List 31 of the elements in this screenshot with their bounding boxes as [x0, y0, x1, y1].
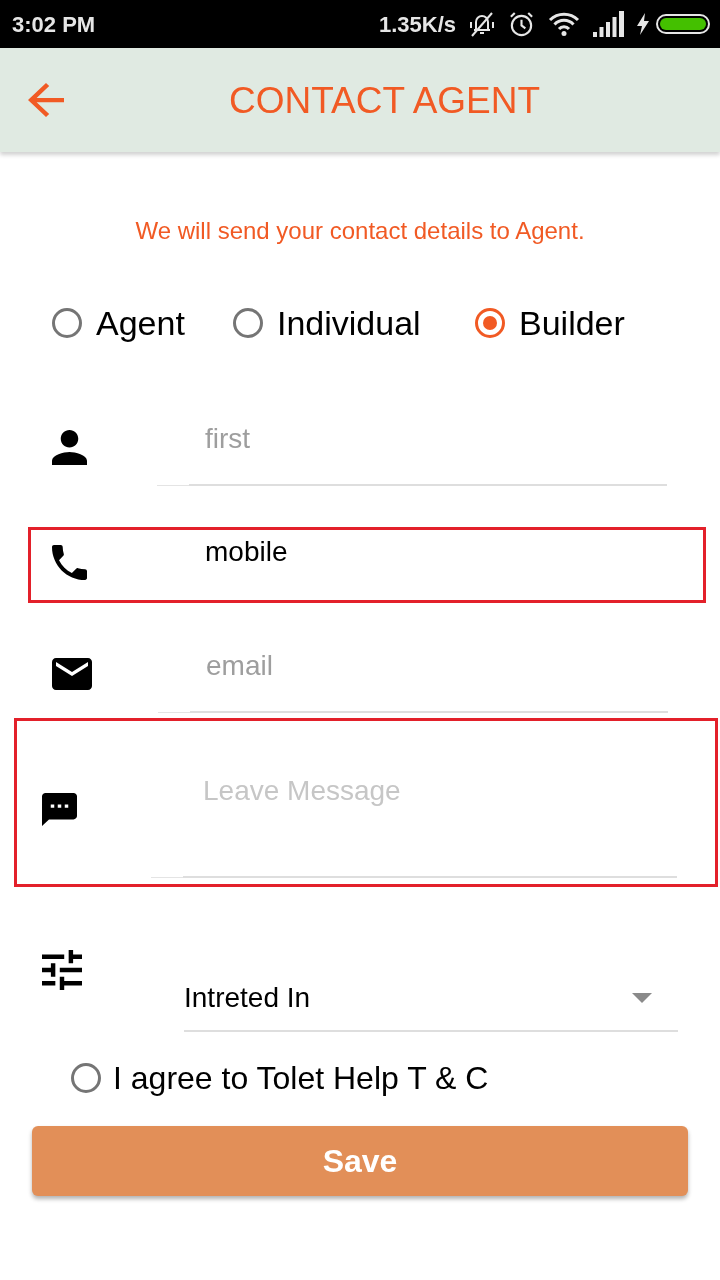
message-field[interactable]: Leave Message	[183, 760, 677, 878]
contact-type-option[interactable]: Builder	[475, 297, 675, 349]
email-field[interactable]: email	[190, 637, 668, 713]
status-time: 3:02 PM	[12, 10, 96, 39]
phone-icon	[52, 545, 87, 580]
back-button[interactable]	[28, 83, 64, 117]
mail-icon	[52, 658, 92, 690]
chat-bubble-icon	[42, 793, 77, 826]
radio-icon[interactable]	[71, 1063, 101, 1093]
back-arrow-icon	[28, 83, 64, 117]
wifi-icon	[548, 11, 580, 37]
terms-option[interactable]: I agree to Tolet Help T & C	[71, 1058, 489, 1098]
contact-type-option[interactable]: Individual	[233, 297, 475, 349]
signal-bars-icon	[593, 11, 624, 37]
radio-icon[interactable]	[52, 308, 82, 338]
alarm-clock-icon	[508, 10, 535, 38]
page-title: CONTACT AGENT	[229, 81, 541, 119]
charging-bolt-icon	[637, 13, 649, 35]
battery-icon	[656, 14, 710, 34]
mobile-field[interactable]: mobile	[189, 527, 667, 603]
person-icon	[52, 430, 87, 465]
name-field[interactable]: first	[189, 410, 667, 486]
sliders-icon	[42, 950, 82, 990]
caret-icon	[632, 992, 652, 1003]
muted-bell-icon	[468, 10, 496, 38]
notice-text: We will send your contact details to Agent.	[134, 217, 586, 245]
network-speed: 1.35K/s	[378, 10, 456, 39]
radio-icon[interactable]	[233, 308, 263, 338]
interest-dropdown[interactable]: Intreted In	[184, 965, 678, 1032]
radio-icon[interactable]	[475, 308, 505, 338]
contact-type-option[interactable]: Agent	[52, 297, 233, 349]
